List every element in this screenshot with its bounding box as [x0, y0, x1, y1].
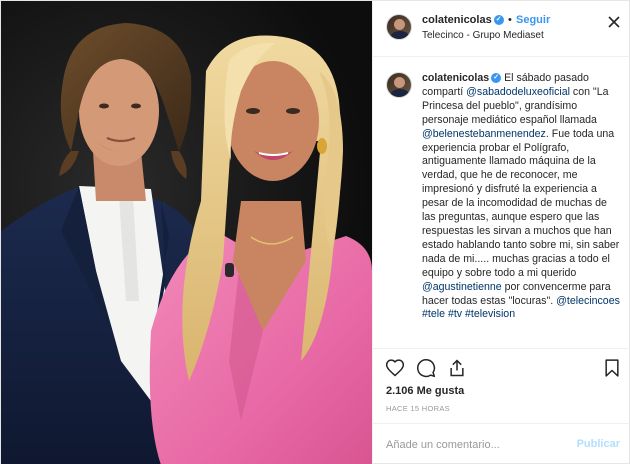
follow-button[interactable]: Seguir	[516, 14, 550, 26]
username-link[interactable]: colatenicolas ✓	[422, 14, 504, 26]
avatar[interactable]	[386, 72, 412, 98]
post-side-panel: colatenicolas ✓ • Seguir Telecinco - Grup…	[372, 1, 630, 464]
caption-text: colatenicolas ✓ El sábado pasado compartí…	[422, 72, 620, 321]
hashtag-link[interactable]: #television	[465, 308, 515, 320]
mention-link[interactable]: @sabadodeluxeoficial	[466, 86, 570, 98]
hashtag-link[interactable]: #tele	[422, 308, 445, 320]
instagram-post: colatenicolas ✓ • Seguir Telecinco - Grup…	[0, 0, 630, 464]
hashtag-link[interactable]: #tv	[448, 308, 462, 320]
location-link[interactable]: Telecinco - Grupo Mediaset	[422, 30, 544, 41]
publish-button[interactable]: Publicar	[577, 438, 620, 450]
post-header: colatenicolas ✓ • Seguir Telecinco - Grup…	[373, 1, 630, 57]
avatar[interactable]	[386, 14, 412, 40]
verified-icon: ✓	[493, 15, 504, 26]
share-icon[interactable]	[447, 358, 467, 378]
verified-icon: ✓	[491, 73, 502, 84]
mention-link[interactable]: @telecincoes	[556, 295, 620, 307]
comment-input[interactable]	[386, 436, 566, 454]
username-link[interactable]: colatenicolas ✓	[422, 72, 502, 84]
username-text: colatenicolas	[422, 14, 492, 26]
post-timestamp[interactable]: HACE 15 HORAS	[386, 404, 450, 413]
more-icon[interactable]	[608, 15, 620, 31]
action-bar	[373, 348, 630, 382]
comment-bar: Publicar	[373, 423, 630, 464]
mention-link[interactable]: @belenestebanmenendez	[422, 128, 546, 140]
heart-icon[interactable]	[385, 358, 405, 378]
mention-link[interactable]: @agustinetienne	[422, 281, 502, 293]
likes-count[interactable]: 2.106 Me gusta	[386, 385, 464, 397]
post-photo[interactable]	[1, 1, 372, 464]
caption-section: colatenicolas ✓ El sábado pasado compartí…	[373, 58, 630, 347]
comment-icon[interactable]	[416, 358, 436, 378]
bookmark-icon[interactable]	[602, 358, 622, 378]
separator-dot: •	[508, 14, 512, 26]
